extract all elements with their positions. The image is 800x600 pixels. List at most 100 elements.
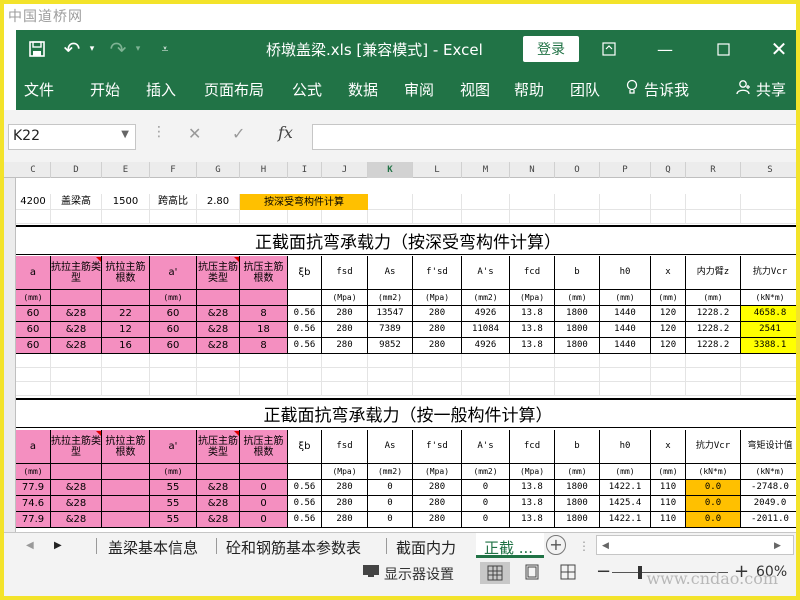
undo-icon[interactable]: ↶	[60, 30, 84, 68]
page-layout-view-icon[interactable]	[524, 564, 540, 584]
empty-cell[interactable]	[510, 354, 555, 368]
column-header[interactable]: I	[288, 162, 322, 178]
empty-cell[interactable]	[197, 368, 240, 382]
data-cell[interactable]: 280	[413, 322, 462, 338]
data-cell[interactable]: 2541	[741, 322, 796, 338]
header-cell[interactable]: ξb	[288, 430, 322, 464]
data-cell[interactable]: 0	[240, 480, 288, 496]
tab-data[interactable]: 数据	[348, 79, 378, 100]
data-cell[interactable]: 120	[651, 306, 686, 322]
unit-cell[interactable]: (mm)	[16, 290, 51, 306]
empty-cell[interactable]	[686, 368, 741, 382]
sheet-tab-material-params[interactable]: 砼和钢筋基本参数表	[226, 537, 361, 558]
empty-cell[interactable]	[240, 368, 288, 382]
empty-cell[interactable]	[150, 210, 197, 224]
tab-tell-me[interactable]: 告诉我	[644, 79, 689, 100]
data-cell[interactable]: 1440	[600, 322, 651, 338]
ribbon-display-icon[interactable]	[596, 30, 622, 68]
data-cell[interactable]: 1800	[555, 512, 600, 528]
data-cell[interactable]: 0	[462, 480, 510, 496]
empty-cell[interactable]	[322, 210, 368, 224]
unit-cell[interactable]	[288, 290, 322, 306]
data-cell[interactable]: 280	[322, 306, 368, 322]
data-cell[interactable]: 4926	[462, 306, 510, 322]
unit-cell[interactable]: (mm)	[150, 464, 197, 480]
tab-formulas[interactable]: 公式	[292, 79, 322, 100]
page-break-view-icon[interactable]	[560, 564, 576, 584]
empty-cell[interactable]	[368, 382, 413, 396]
zoom-slider-handle[interactable]	[638, 566, 642, 579]
data-cell[interactable]: 12	[102, 322, 150, 338]
enter-icon[interactable]: ✓	[232, 124, 245, 143]
share-icon[interactable]	[736, 79, 752, 99]
sheet-tab-active[interactable]: 正截 ...	[484, 537, 533, 558]
column-header[interactable]: K	[368, 162, 413, 178]
header-cell[interactable]: fcd	[510, 430, 555, 464]
data-cell[interactable]: &28	[197, 480, 240, 496]
data-cell[interactable]: &28	[51, 480, 102, 496]
header-cell[interactable]: A's	[462, 256, 510, 290]
data-cell[interactable]: 1228.2	[686, 322, 741, 338]
unit-cell[interactable]: (mm)	[600, 464, 651, 480]
data-cell[interactable]: 13.8	[510, 322, 555, 338]
empty-cell[interactable]	[288, 382, 322, 396]
data-cell[interactable]: 7389	[368, 322, 413, 338]
data-cell[interactable]: &28	[197, 338, 240, 354]
data-cell[interactable]: 0	[462, 496, 510, 512]
tab-view[interactable]: 视图	[460, 79, 490, 100]
empty-cell[interactable]	[741, 210, 796, 224]
close-icon[interactable]: ✕	[766, 30, 792, 68]
data-cell[interactable]: 4658.8	[741, 306, 796, 322]
tab-insert[interactable]: 插入	[146, 79, 176, 100]
empty-cell[interactable]	[322, 368, 368, 382]
empty-cell[interactable]	[51, 382, 102, 396]
column-header[interactable]: S	[741, 162, 796, 178]
unit-cell[interactable]	[51, 464, 102, 480]
data-cell[interactable]: &28	[197, 512, 240, 528]
display-settings-label[interactable]: 显示器设置	[384, 564, 454, 584]
data-cell[interactable]: 8	[240, 338, 288, 354]
display-settings-icon[interactable]	[362, 564, 380, 582]
tab-share[interactable]: 共享	[756, 79, 786, 100]
header-cell[interactable]: a	[16, 430, 51, 464]
data-cell[interactable]: 0.0	[686, 496, 741, 512]
empty-cell[interactable]	[741, 194, 796, 210]
header-cell[interactable]: b	[555, 256, 600, 290]
data-cell[interactable]: 13.8	[510, 338, 555, 354]
data-cell[interactable]: 280	[322, 496, 368, 512]
empty-cell[interactable]	[51, 210, 102, 224]
chevron-right-icon[interactable]: ▶	[774, 541, 781, 551]
zoom-out-icon[interactable]: −	[596, 561, 611, 582]
horizontal-scrollbar[interactable]	[596, 535, 794, 555]
data-cell[interactable]: 0.56	[288, 338, 322, 354]
data-cell[interactable]: 2049.0	[741, 496, 796, 512]
header-cell[interactable]: h0	[600, 256, 651, 290]
data-cell[interactable]: 13.8	[510, 480, 555, 496]
empty-cell[interactable]	[462, 368, 510, 382]
unit-cell[interactable]: (mm)	[555, 464, 600, 480]
chevron-down-icon[interactable]: ▼	[121, 129, 129, 140]
empty-cell[interactable]	[150, 368, 197, 382]
unit-cell[interactable]	[102, 464, 150, 480]
data-cell[interactable]: 1228.2	[686, 306, 741, 322]
data-cell[interactable]: 1800	[555, 322, 600, 338]
column-header[interactable]: D	[51, 162, 102, 178]
unit-cell[interactable]: (Mpa)	[322, 464, 368, 480]
data-cell[interactable]: 0.56	[288, 322, 322, 338]
unit-cell[interactable]: (mm)	[651, 464, 686, 480]
data-cell[interactable]: &28	[197, 496, 240, 512]
column-header[interactable]: O	[555, 162, 600, 178]
data-cell[interactable]: -2748.0	[741, 480, 796, 496]
data-cell[interactable]: &28	[51, 306, 102, 322]
data-cell[interactable]: 77.9	[16, 480, 51, 496]
empty-cell[interactable]	[651, 368, 686, 382]
empty-cell[interactable]	[413, 368, 462, 382]
column-header[interactable]: H	[240, 162, 288, 178]
data-cell[interactable]: 280	[413, 338, 462, 354]
data-cell[interactable]: 4926	[462, 338, 510, 354]
redo-dropdown-icon[interactable]: ▾	[132, 30, 144, 68]
empty-cell[interactable]	[16, 210, 51, 224]
empty-cell[interactable]	[741, 382, 796, 396]
unit-cell[interactable]: (mm)	[150, 290, 197, 306]
unit-cell[interactable]	[102, 290, 150, 306]
